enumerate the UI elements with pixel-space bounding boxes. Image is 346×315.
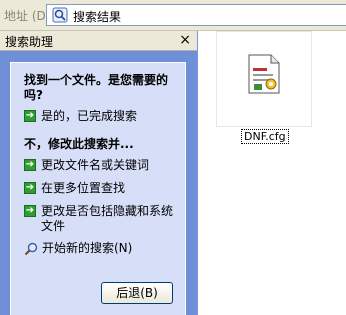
address-label: 地址 (D) (4, 9, 51, 23)
green-arrow-icon: ➔ (24, 182, 36, 194)
back-button[interactable]: 后退(B) (101, 282, 173, 304)
file-name-label[interactable]: DNF.cfg (241, 129, 289, 144)
pane-title: 搜索助理 (5, 35, 54, 49)
config-file-icon (248, 54, 280, 94)
address-bar: 地址 (D) 搜索结果 (0, 0, 346, 31)
green-arrow-icon: ➔ (24, 205, 36, 217)
hidden-files-option[interactable]: ➔ 更改是否包括隐藏和系统文件 (24, 204, 179, 236)
more-locations-option[interactable]: ➔ 在更多位置查找 (24, 181, 179, 197)
more-locations-label: 在更多位置查找 (41, 181, 126, 195)
new-search-label: 开始新的搜索(N) (42, 241, 133, 255)
hidden-files-label: 更改是否包括隐藏和系统文件 (41, 204, 174, 233)
results-area: DNF.cfg (198, 31, 346, 315)
file-thumbnail[interactable] (216, 31, 312, 127)
change-filename-option[interactable]: ➔ 更改文件名或关键词 (24, 158, 179, 174)
green-arrow-icon: ➔ (24, 110, 36, 122)
explorer-window: 地址 (D) 搜索结果 搜索助理 × 找到一个文件。是您需要的吗? ➔ 是的，已… (0, 0, 346, 315)
result-question: 找到一个文件。是您需要的吗? (24, 73, 169, 102)
address-input[interactable]: 搜索结果 (46, 4, 346, 26)
magnifier-icon (24, 242, 38, 256)
green-arrow-icon: ➔ (24, 159, 36, 171)
close-icon[interactable]: × (179, 32, 191, 48)
refine-heading: 不，修改此搜索并... (24, 137, 134, 151)
address-value: 搜索结果 (73, 10, 122, 24)
change-filename-label: 更改文件名或关键词 (41, 158, 150, 172)
search-results-icon (52, 7, 68, 23)
yes-done-option[interactable]: ➔ 是的，已完成搜索 (24, 109, 179, 125)
yes-done-label: 是的，已完成搜索 (41, 109, 138, 123)
search-result-card: 找到一个文件。是您需要的吗? ➔ 是的，已完成搜索 不，修改此搜索并... ➔ … (10, 62, 186, 315)
search-companion-pane: 搜索助理 × 找到一个文件。是您需要的吗? ➔ 是的，已完成搜索 不，修改此搜索… (0, 31, 198, 315)
pane-header: 搜索助理 × (0, 31, 197, 51)
